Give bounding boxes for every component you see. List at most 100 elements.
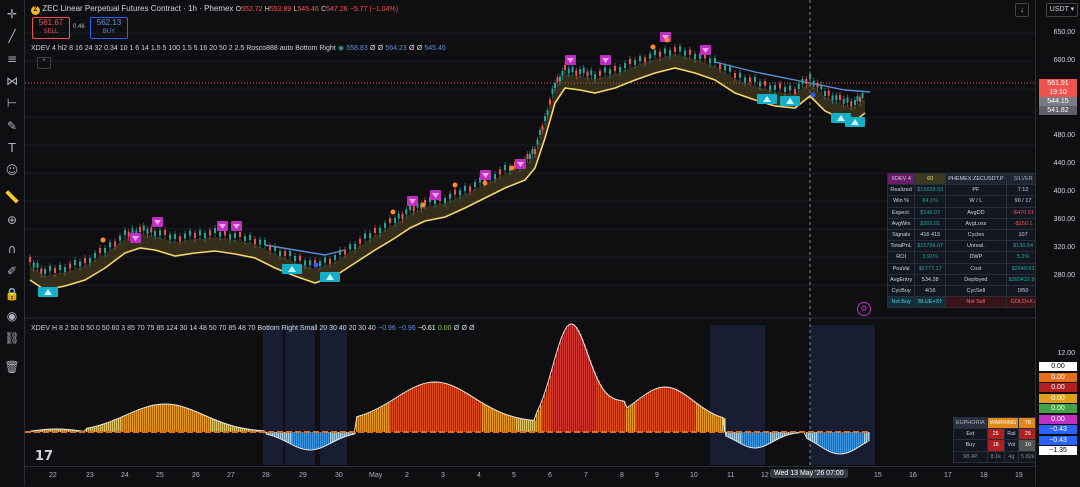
buy-button[interactable]: 562.13 BUY — [90, 17, 128, 39]
indicator-legend-osc[interactable]: XDEV H 8 2 50 0 50 0 50 60 3 85 70 75 85… — [31, 323, 475, 332]
visibility-icon[interactable]: ◉ — [3, 307, 21, 325]
chart-canvas[interactable] — [25, 0, 1035, 486]
trend-line-icon[interactable]: ╱ — [3, 27, 21, 45]
osc-bar — [496, 410, 498, 432]
candle-body — [474, 182, 476, 187]
cursor-icon[interactable]: ✛ — [3, 5, 21, 23]
candle-body — [354, 244, 356, 249]
scroll-to-latest-icon[interactable]: ↓ — [1015, 3, 1029, 17]
osc-bar — [106, 423, 108, 432]
symbol-title[interactable]: ZEC Linear Perpetual Futures Contract · … — [42, 4, 233, 13]
lock-icon[interactable]: 🔒 — [3, 285, 21, 303]
candle-body — [639, 56, 641, 61]
legend-eye-icon[interactable]: ◉ — [338, 45, 344, 52]
osc-bar — [110, 422, 112, 432]
osc-bar — [818, 432, 820, 445]
measure-icon[interactable]: ⊢ — [3, 94, 21, 112]
indicator-legend-main[interactable]: XDEV 4 hl2 8 16 24 32 0.34 10 1 6 14 1.5… — [31, 43, 446, 52]
osc-bar — [668, 387, 670, 432]
osc-bar — [332, 432, 334, 443]
osc-bar — [126, 415, 128, 432]
osc-bar — [516, 417, 518, 432]
ruler-icon[interactable]: 📏 — [3, 188, 21, 206]
osc-bar — [574, 325, 576, 432]
osc-bar — [464, 392, 466, 432]
ohlc-c: 547.26 — [326, 6, 347, 13]
osc-bar — [686, 395, 688, 432]
osc-bar — [194, 411, 196, 432]
stats-label: Unreal. — [946, 241, 1006, 252]
osc-bar — [752, 432, 754, 448]
osc-bar — [326, 432, 328, 446]
time-axis[interactable]: 222324252627282930May2345678910111214151… — [25, 466, 1035, 487]
trash-icon[interactable]: 🗑 — [3, 358, 21, 376]
fib-icon[interactable]: ≡ — [3, 50, 21, 68]
time-tick-label: 23 — [86, 472, 94, 479]
chart-area[interactable] — [25, 0, 1035, 486]
legend-main-text: XDEV 4 hl2 8 16 24 32 0.34 10 1 6 14 1.5… — [31, 45, 336, 52]
osc-bar — [526, 419, 528, 432]
price-tick-label: 480.00 — [1054, 132, 1075, 139]
lock-edit-icon[interactable]: ✐ — [3, 262, 21, 280]
candle-body — [154, 231, 156, 236]
osc-bar — [596, 376, 598, 432]
osc-tag: −1.35 — [1039, 446, 1077, 455]
osc-bar — [682, 393, 684, 432]
text-icon[interactable]: T — [3, 139, 21, 157]
osc-bar — [460, 389, 462, 432]
osc-bar — [280, 432, 282, 439]
candle-body — [669, 50, 671, 55]
candle-body — [164, 230, 166, 235]
osc-bar — [834, 432, 836, 453]
osc-bar — [282, 432, 284, 440]
osc-bar — [324, 432, 326, 447]
osc-bar — [506, 414, 508, 432]
osc-bar — [318, 432, 320, 449]
emoji-icon[interactable]: ☺ — [3, 161, 21, 179]
ohlc-l: 545.46 — [297, 6, 318, 13]
magnet-icon[interactable]: ∩ — [3, 240, 21, 258]
collapse-legend-icon[interactable]: ⌃ — [37, 57, 51, 69]
osc-bar — [136, 411, 138, 432]
brush-icon[interactable]: ✎ — [3, 117, 21, 135]
osc-bar — [532, 420, 534, 432]
legend-osc-v1: −0.96 — [378, 325, 396, 332]
osc-bar — [310, 432, 312, 450]
sell-button[interactable]: 561.67 SELL — [32, 17, 70, 39]
link-icon[interactable]: ⛓ — [3, 329, 21, 347]
osc-bar — [458, 388, 460, 432]
stats-row: AvgWin$202.01AvgLoss-$150.1 — [888, 218, 1041, 229]
price-axis[interactable]: 650.00600.00560.00520.00480.00440.00400.… — [1035, 0, 1080, 486]
candle-body — [764, 81, 766, 86]
candle-body — [604, 68, 606, 73]
candle-body — [184, 234, 186, 239]
osc-bar — [104, 424, 106, 432]
signal-dot — [453, 183, 458, 188]
osc-bar — [398, 397, 400, 433]
pattern-icon[interactable]: ⋈ — [3, 72, 21, 90]
osc-bar — [122, 417, 124, 432]
osc-bar — [486, 405, 488, 432]
osc-foot-3: 4g — [1004, 451, 1019, 462]
candle-body — [204, 233, 206, 238]
osc-bar — [606, 393, 608, 432]
osc-bar — [582, 339, 584, 433]
osc-bar — [198, 412, 200, 432]
osc-phase-label: EUPHORIA — [954, 418, 988, 429]
osc-bar — [598, 380, 600, 432]
zoom-icon[interactable]: ⊕ — [3, 211, 21, 229]
osc-bar — [448, 384, 450, 432]
osc-bar — [144, 408, 146, 432]
osc-bar — [418, 386, 420, 432]
osc-bar — [732, 432, 734, 439]
osc-bar — [502, 413, 504, 432]
currency-select[interactable]: USDT ▾ — [1046, 3, 1078, 17]
osc-bar — [854, 432, 856, 450]
osc-bar — [610, 396, 612, 432]
osc-bar — [578, 330, 580, 432]
time-tick-label: 15 — [874, 472, 882, 479]
indicator-settings-icon[interactable]: ⚙ — [857, 302, 871, 316]
candle-body — [749, 77, 751, 82]
time-tick-label: 8 — [620, 472, 624, 479]
osc-bar — [230, 425, 232, 432]
